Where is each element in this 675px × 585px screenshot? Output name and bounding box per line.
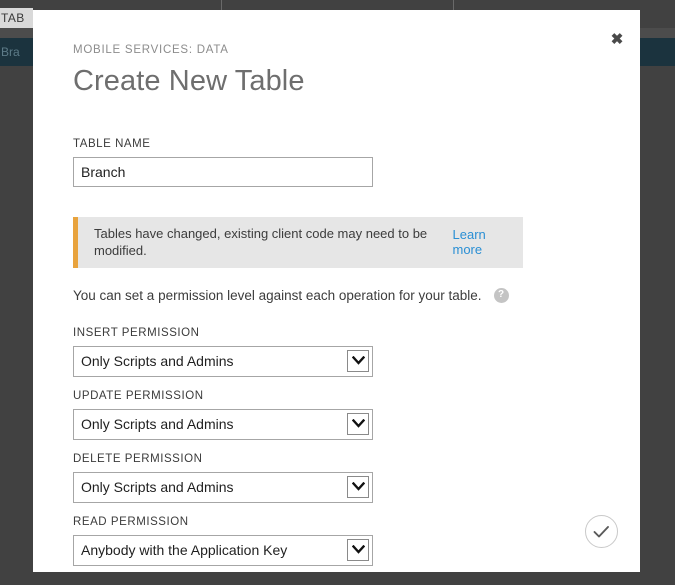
table-name-label: TABLE NAME xyxy=(73,137,151,150)
learn-more-link[interactable]: Learn more xyxy=(453,227,514,257)
delete-permission-label: DELETE PERMISSION xyxy=(73,452,203,465)
permission-helper-text: You can set a permission level against e… xyxy=(73,287,482,303)
insert-permission-value[interactable]: Only Scripts and Admins xyxy=(73,345,373,377)
dialog-body: MOBILE SERVICES: DATA Create New Table T… xyxy=(33,10,640,566)
update-permission-group: UPDATE PERMISSION Only Scripts and Admin… xyxy=(73,390,600,440)
page-title: Create New Table xyxy=(73,65,305,97)
breadcrumb: MOBILE SERVICES: DATA xyxy=(73,44,229,56)
confirm-button[interactable] xyxy=(585,515,618,548)
background-divider-right xyxy=(453,0,454,10)
delete-permission-value[interactable]: Only Scripts and Admins xyxy=(73,471,373,503)
checkmark-icon xyxy=(593,525,610,539)
background-left-divider xyxy=(0,28,33,38)
read-permission-select[interactable]: Anybody with the Application Key xyxy=(73,534,373,566)
close-icon[interactable]: ✖ xyxy=(604,26,630,52)
background-selected-row-fragment: Bra xyxy=(0,38,33,66)
insert-permission-select[interactable]: Only Scripts and Admins xyxy=(73,345,373,377)
update-permission-value[interactable]: Only Scripts and Admins xyxy=(73,408,373,440)
background-breadcrumb-fragment: TAB xyxy=(0,8,33,28)
read-permission-group: READ PERMISSION Anybody with the Applica… xyxy=(73,516,600,566)
warning-banner: Tables have changed, existing client cod… xyxy=(73,216,523,268)
insert-permission-label: INSERT PERMISSION xyxy=(73,326,200,339)
background-divider-left xyxy=(221,0,222,10)
delete-permission-select[interactable]: Only Scripts and Admins xyxy=(73,471,373,503)
delete-permission-group: DELETE PERMISSION Only Scripts and Admin… xyxy=(73,453,600,503)
help-icon[interactable]: ? xyxy=(493,287,509,303)
table-name-input[interactable] xyxy=(73,156,373,187)
read-permission-value[interactable]: Anybody with the Application Key xyxy=(73,534,373,566)
permission-helper-row: You can set a permission level against e… xyxy=(73,287,600,303)
update-permission-label: UPDATE PERMISSION xyxy=(73,389,204,402)
warning-message: Tables have changed, existing client cod… xyxy=(94,225,428,259)
insert-permission-group: INSERT PERMISSION Only Scripts and Admin… xyxy=(73,327,600,377)
create-new-table-dialog: ✖ MOBILE SERVICES: DATA Create New Table… xyxy=(33,10,640,572)
background-selected-row-right xyxy=(640,38,675,66)
table-name-field-group: TABLE NAME xyxy=(73,138,600,187)
read-permission-label: READ PERMISSION xyxy=(73,515,189,528)
update-permission-select[interactable]: Only Scripts and Admins xyxy=(73,408,373,440)
background-right-divider xyxy=(640,28,675,38)
